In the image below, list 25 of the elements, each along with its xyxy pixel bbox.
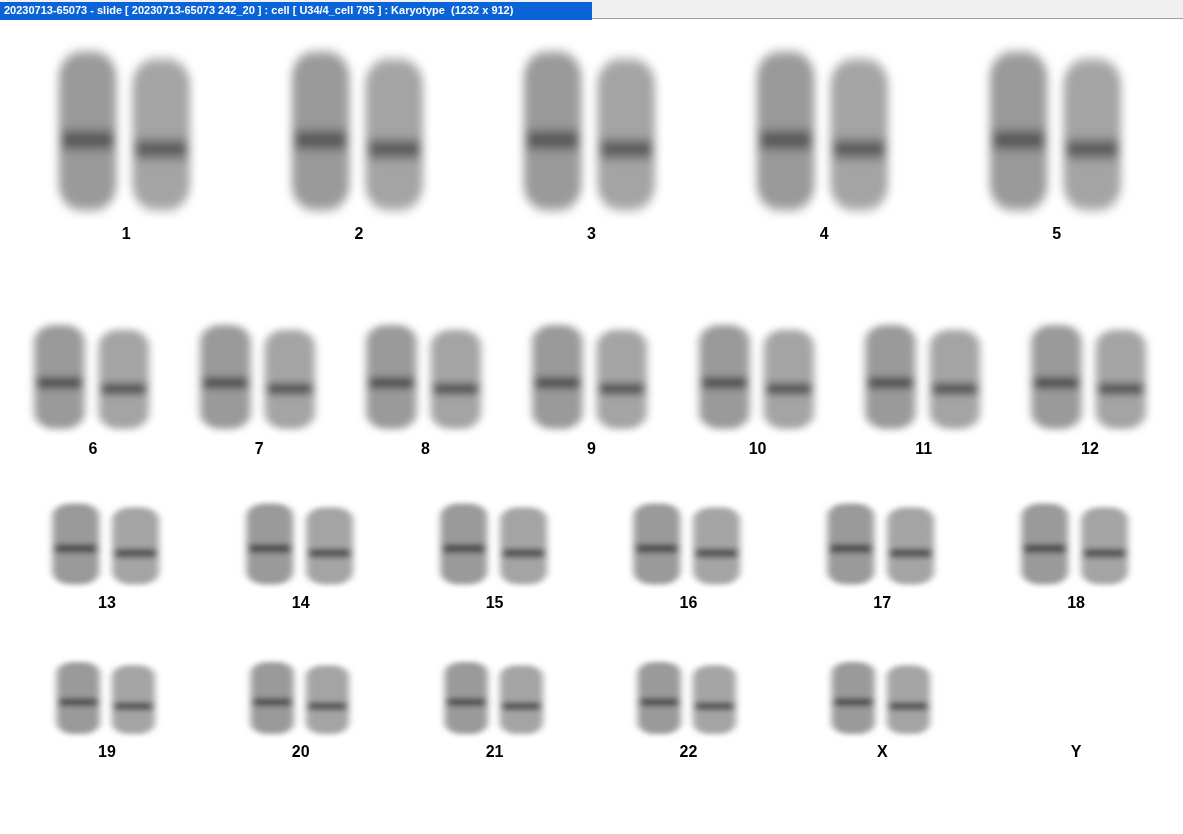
chromosome-label: 19 bbox=[98, 743, 116, 761]
chromosome-label: 6 bbox=[88, 440, 98, 458]
chromosome-label: 17 bbox=[873, 594, 892, 612]
chromosome-label: 14 bbox=[291, 594, 310, 612]
chromosome-label: 12 bbox=[1081, 440, 1099, 458]
chromosome-label: 16 bbox=[679, 594, 698, 612]
chromosome-label: 13 bbox=[98, 594, 116, 612]
chromosome-label: Y bbox=[1070, 743, 1082, 761]
window-title[interactable]: 20230713-65073 - slide [ 20230713-65073 242_20 ] : cell [ U34/4_cell 795 ] : Karyotype (1232 x 912) bbox=[0, 2, 592, 20]
chromosome-label: 15 bbox=[485, 594, 504, 612]
chromosome-label: 21 bbox=[485, 743, 504, 761]
chromosome-label: 9 bbox=[587, 440, 596, 458]
chromosome-label: 5 bbox=[1052, 225, 1062, 243]
chromosome-label: 2 bbox=[354, 225, 364, 243]
chromosome-label: X bbox=[876, 743, 888, 761]
chromosome-label: 20 bbox=[291, 743, 310, 761]
chromosome-label: 18 bbox=[1067, 594, 1085, 612]
chromosome-label: 11 bbox=[915, 440, 933, 458]
chromosome-label: 1 bbox=[121, 225, 131, 243]
chromosome-label: 4 bbox=[819, 225, 829, 243]
chromosome-label: 7 bbox=[254, 440, 264, 458]
chromosome-label: 22 bbox=[679, 743, 698, 761]
chromosome-label: 3 bbox=[587, 225, 596, 243]
chromosome-label: 10 bbox=[748, 440, 767, 458]
chromosome-label: 8 bbox=[420, 440, 430, 458]
